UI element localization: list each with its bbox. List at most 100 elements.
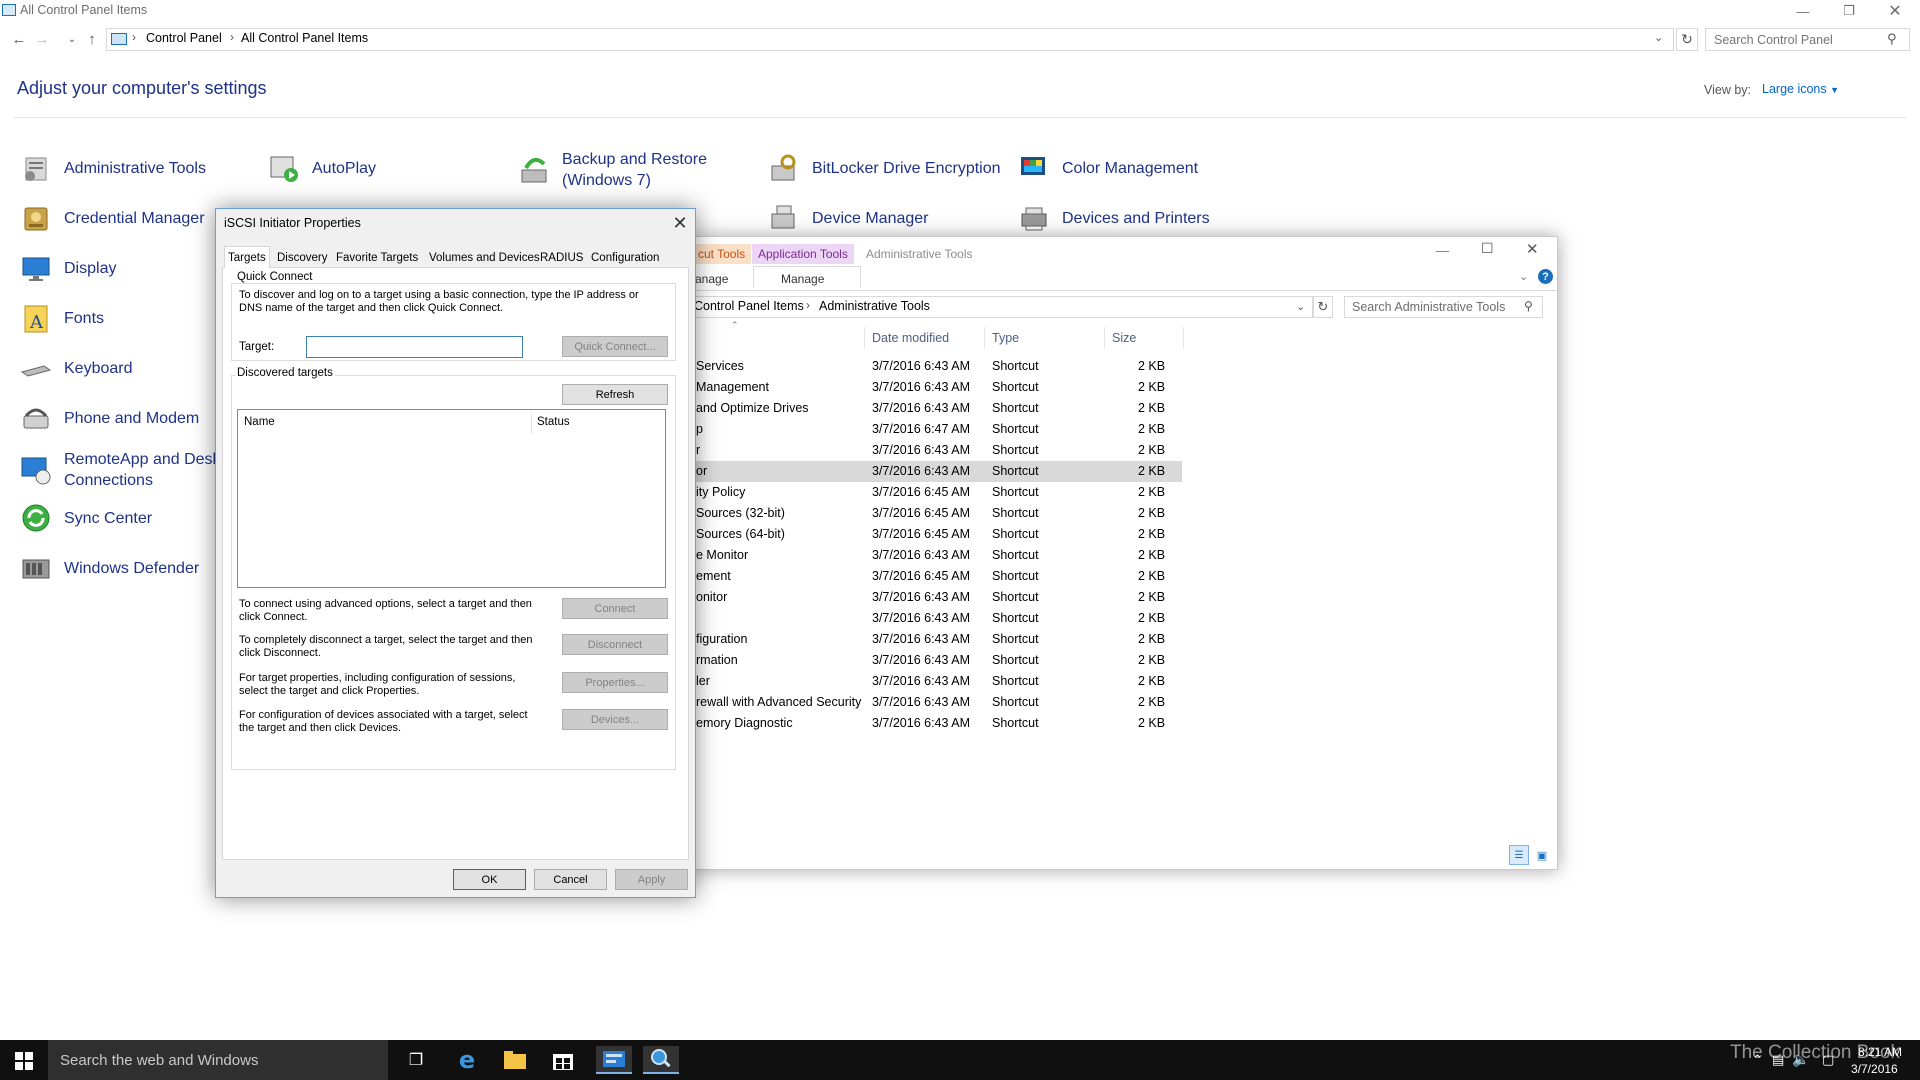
start-button[interactable] — [8, 1048, 40, 1074]
forward-icon[interactable]: → — [32, 29, 52, 49]
up-icon[interactable]: ↑ — [82, 29, 102, 49]
file-row[interactable]: and Optimize Drives 3/7/2016 6:43 AM Short… — [692, 398, 1182, 419]
file-row[interactable]: r 3/7/2016 6:43 AM Shortcut 2 KB — [692, 440, 1182, 461]
column-size[interactable]: Size — [1112, 331, 1136, 345]
column-separator[interactable] — [984, 327, 985, 349]
ribbon-tab-shortcut-tools[interactable]: cut Tools — [692, 244, 752, 264]
file-row[interactable]: ity Policy 3/7/2016 6:45 AM Shortcut 2 KB — [692, 482, 1182, 503]
file-row[interactable]: or 3/7/2016 6:43 AM Shortcut 2 KB — [692, 461, 1182, 482]
item-remoteapp[interactable]: RemoteApp and Deskt Connections — [20, 448, 225, 492]
item-credential-manager[interactable]: Credential Manager — [20, 198, 205, 238]
item-backup-and-restore[interactable]: Backup and Restore (Windows 7) — [518, 148, 712, 192]
file-row[interactable]: e Monitor 3/7/2016 6:43 AM Shortcut 2 KB — [692, 545, 1182, 566]
recent-locations-icon[interactable]: ⌄ — [62, 29, 82, 49]
taskbar-search-box[interactable]: Search the web and Windows — [48, 1040, 388, 1080]
list-column-name[interactable]: Name — [244, 416, 275, 428]
chevron-down-icon[interactable]: ⌄ — [1654, 31, 1663, 44]
item-administrative-tools[interactable]: Administrative Tools — [20, 148, 206, 188]
admin-maximize-button[interactable]: ☐ — [1481, 240, 1494, 257]
control-panel-taskbar-icon[interactable] — [596, 1046, 632, 1074]
volume-icon[interactable]: 🔈 — [1792, 1051, 1809, 1068]
file-row[interactable]: Management 3/7/2016 6:43 AM Shortcut 2 KB — [692, 377, 1182, 398]
dialog-close-icon[interactable]: ✕ — [668, 211, 692, 235]
item-fonts[interactable]: A Fonts — [20, 298, 104, 338]
chevron-down-icon[interactable]: ⌄ — [1296, 300, 1305, 313]
connect-button[interactable]: Connect — [562, 598, 668, 619]
targets-list[interactable] — [237, 409, 666, 588]
tab-volumes-and-devices[interactable]: Volumes and Devices — [426, 248, 543, 268]
iscsi-taskbar-icon[interactable] — [643, 1046, 679, 1074]
help-icon[interactable]: ? — [1538, 269, 1553, 284]
ribbon-sub-manage-application[interactable]: Manage — [781, 272, 824, 286]
refresh-button[interactable]: Refresh — [562, 384, 668, 405]
file-row[interactable]: rmation 3/7/2016 6:43 AM Shortcut 2 KB — [692, 650, 1182, 671]
file-row[interactable]: ler 3/7/2016 6:43 AM Shortcut 2 KB — [692, 671, 1182, 692]
admin-breadcrumb-items[interactable]: Control Panel Items — [694, 299, 804, 313]
clock-time[interactable]: 8:21 AM — [1858, 1045, 1902, 1059]
file-row[interactable]: Sources (64-bit) 3/7/2016 6:45 AM Shortcut… — [692, 524, 1182, 545]
item-keyboard[interactable]: Keyboard — [20, 348, 133, 388]
apply-button[interactable]: Apply — [615, 869, 688, 890]
file-row[interactable]: p 3/7/2016 6:47 AM Shortcut 2 KB — [692, 419, 1182, 440]
clock-date[interactable]: 3/7/2016 — [1851, 1062, 1898, 1076]
item-sync-center[interactable]: Sync Center — [20, 498, 152, 538]
file-row[interactable]: Sources (32-bit) 3/7/2016 6:45 AM Shortcut… — [692, 503, 1182, 524]
column-type[interactable]: Type — [992, 331, 1019, 345]
task-view-icon[interactable]: ❐ — [402, 1046, 430, 1074]
tab-targets[interactable]: Targets — [224, 246, 270, 268]
large-icons-view-icon[interactable]: ▣ — [1532, 845, 1552, 865]
file-row[interactable]: Services 3/7/2016 6:43 AM Shortcut 2 KB — [692, 356, 1182, 377]
item-color-management[interactable]: Color Management — [1018, 148, 1198, 188]
devices-button[interactable]: Devices... — [562, 709, 668, 730]
file-row[interactable]: rewall with Advanced Security 3/7/2016 6:… — [692, 692, 1182, 713]
column-separator[interactable] — [864, 327, 865, 349]
admin-close-button[interactable]: ✕ — [1526, 240, 1539, 258]
close-button[interactable]: ✕ — [1872, 0, 1918, 22]
tab-favorite-targets[interactable]: Favorite Targets — [333, 248, 421, 268]
item-display[interactable]: Display — [20, 248, 116, 288]
admin-breadcrumb-admin-tools[interactable]: Administrative Tools — [819, 299, 930, 313]
edge-icon[interactable]: e — [453, 1046, 481, 1074]
quick-connect-button[interactable]: Quick Connect... — [562, 336, 668, 357]
column-separator[interactable] — [1104, 327, 1105, 349]
restore-button[interactable]: ❐ — [1826, 0, 1872, 22]
file-explorer-icon[interactable] — [501, 1046, 529, 1074]
target-input[interactable] — [306, 336, 523, 358]
view-by-dropdown[interactable]: Large icons ▼ — [1762, 82, 1839, 96]
properties-button[interactable]: Properties... — [562, 672, 668, 693]
file-row[interactable]: 3/7/2016 6:43 AM Shortcut 2 KB — [692, 608, 1182, 629]
item-bitlocker[interactable]: BitLocker Drive Encryption — [768, 148, 1001, 188]
chevron-up-icon[interactable]: ⌃ — [1752, 1052, 1763, 1068]
refresh-icon[interactable]: ↻ — [1313, 296, 1333, 318]
tab-configuration[interactable]: Configuration — [588, 248, 662, 268]
search-admin-tools-input[interactable]: Search Administrative Tools — [1344, 296, 1543, 318]
back-icon[interactable]: ← — [9, 29, 29, 49]
action-center-icon[interactable]: ▢ — [1822, 1052, 1834, 1068]
column-separator[interactable] — [531, 412, 532, 434]
breadcrumb-control-panel[interactable]: Control Panel — [146, 31, 222, 45]
minimize-button[interactable]: — — [1780, 0, 1826, 22]
network-icon[interactable]: ▤ — [1772, 1052, 1784, 1068]
details-view-icon[interactable]: ☰ — [1509, 845, 1529, 865]
cancel-button[interactable]: Cancel — [534, 869, 607, 890]
admin-minimize-button[interactable]: — — [1436, 243, 1449, 258]
file-row[interactable]: ement 3/7/2016 6:45 AM Shortcut 2 KB — [692, 566, 1182, 587]
tab-radius[interactable]: RADIUS — [537, 248, 586, 268]
ribbon-expand-icon[interactable]: ⌄ — [1519, 270, 1528, 283]
store-icon[interactable] — [549, 1046, 577, 1074]
list-column-status[interactable]: Status — [537, 416, 570, 428]
column-separator[interactable] — [1183, 327, 1184, 349]
file-row[interactable]: emory Diagnostic 3/7/2016 6:43 AM Shortcut… — [692, 713, 1182, 734]
item-device-manager[interactable]: Device Manager — [768, 198, 929, 238]
file-row[interactable]: onitor 3/7/2016 6:43 AM Shortcut 2 KB — [692, 587, 1182, 608]
breadcrumb-all-items[interactable]: All Control Panel Items — [241, 31, 368, 45]
ribbon-tab-application-tools[interactable]: Application Tools — [752, 244, 854, 264]
item-autoplay[interactable]: AutoPlay — [268, 148, 376, 188]
file-row[interactable]: figuration 3/7/2016 6:43 AM Shortcut 2 KB — [692, 629, 1182, 650]
item-windows-defender[interactable]: Windows Defender — [20, 548, 199, 588]
item-devices-and-printers[interactable]: Devices and Printers — [1018, 198, 1210, 238]
refresh-icon[interactable]: ↻ — [1676, 28, 1698, 51]
disconnect-button[interactable]: Disconnect — [562, 634, 668, 655]
search-control-panel-input[interactable] — [1705, 28, 1910, 51]
ok-button[interactable]: OK — [453, 869, 526, 890]
